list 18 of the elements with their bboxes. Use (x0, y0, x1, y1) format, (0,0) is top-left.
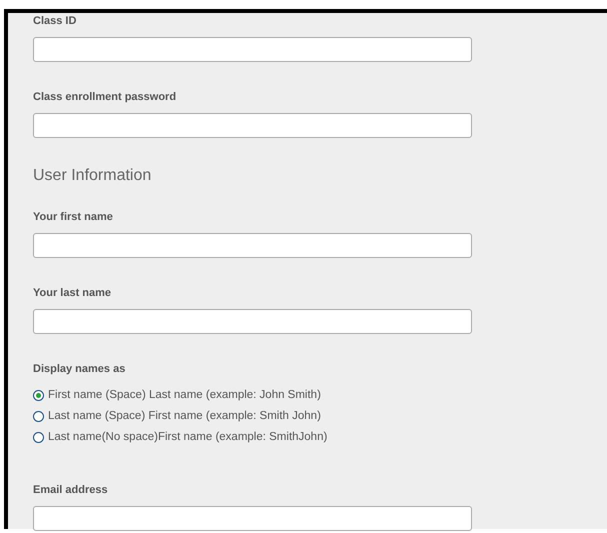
input-field[interactable] (33, 309, 472, 334)
radio-label[interactable]: First name (Space) Last name (example: John Smith) (48, 388, 321, 402)
input-field[interactable] (33, 37, 472, 62)
radio-button[interactable] (33, 390, 44, 400)
field-label: Your last name (33, 287, 112, 300)
input-field[interactable] (33, 506, 472, 531)
input-field[interactable] (33, 233, 472, 258)
field-label: Class ID (33, 15, 78, 28)
field-label: Display names as (33, 363, 126, 376)
input-field[interactable] (33, 113, 472, 138)
radio-button[interactable] (33, 410, 44, 422)
radio-label[interactable]: Last name(No space)First name (example: SmithJohn) (48, 430, 328, 444)
radio-button[interactable] (33, 432, 44, 442)
radio-label[interactable]: Last name (Space) First name (example: Smith John) (48, 409, 321, 423)
field-label: Email address (33, 484, 109, 497)
section-heading: User Information (33, 167, 152, 185)
field-label: Class enrollment password (33, 91, 178, 104)
field-label: Your first name (33, 211, 114, 224)
